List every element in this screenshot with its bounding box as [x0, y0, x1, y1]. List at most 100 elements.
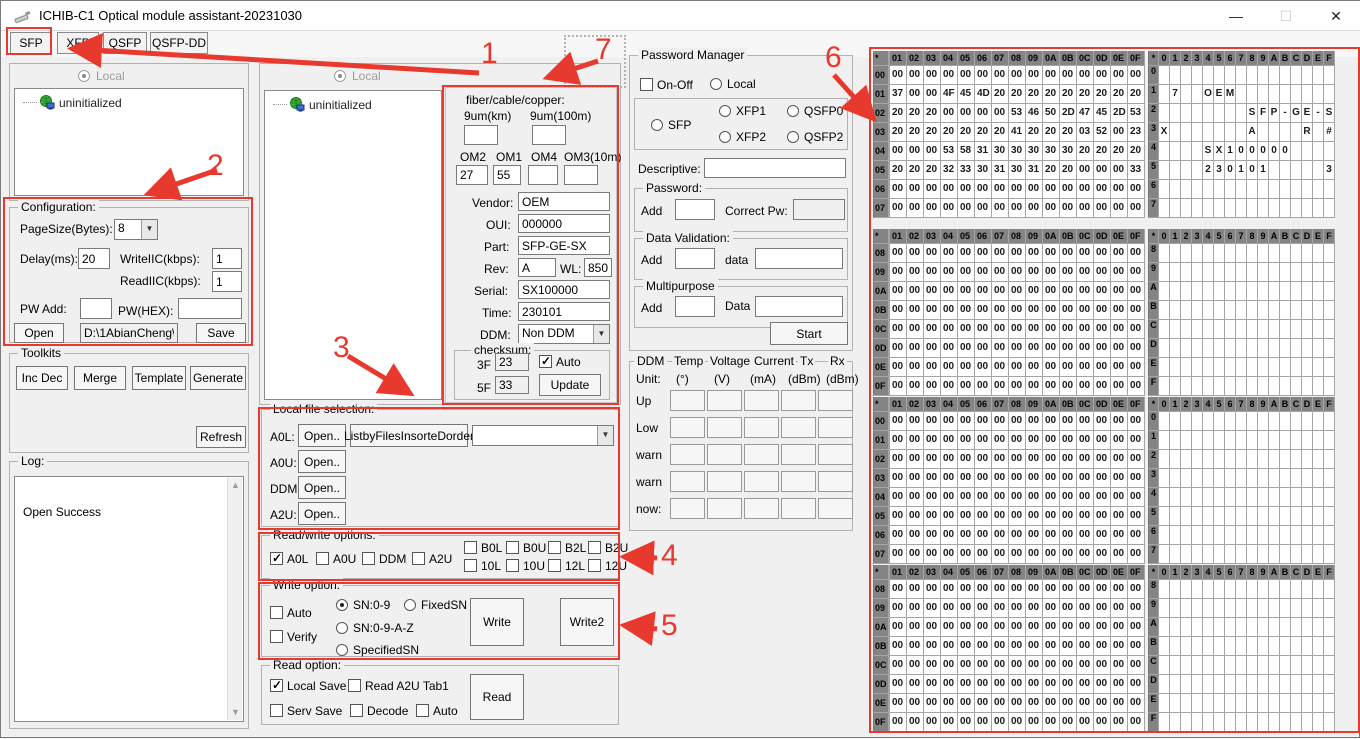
hex-cell[interactable]: 00 — [1077, 199, 1094, 218]
hex-cell[interactable]: 00 — [992, 713, 1009, 732]
hex-cell[interactable]: 00 — [1077, 377, 1094, 396]
hex-cell[interactable]: 00 — [941, 637, 958, 656]
hex-cell[interactable]: 00 — [975, 377, 992, 396]
mp-add-input[interactable] — [675, 296, 715, 317]
hex-cell[interactable]: 47 — [1077, 104, 1094, 123]
hex-cell[interactable]: 00 — [890, 199, 907, 218]
hex-cell[interactable]: 00 — [924, 431, 941, 450]
hex-cell[interactable]: 00 — [941, 599, 958, 618]
hex-cell[interactable]: 00 — [975, 431, 992, 450]
hex-cell[interactable]: 30 — [1043, 142, 1060, 161]
hex-cell[interactable]: 00 — [1043, 263, 1060, 282]
hex-cell[interactable]: 00 — [924, 358, 941, 377]
hex-cell[interactable]: 00 — [975, 180, 992, 199]
specifiedsn-radio[interactable] — [336, 644, 348, 656]
hex-cell[interactable]: 00 — [1060, 339, 1077, 358]
hex-cell[interactable]: 00 — [1077, 637, 1094, 656]
hex-cell[interactable]: 00 — [1026, 618, 1043, 637]
hex-cell[interactable]: 00 — [992, 180, 1009, 199]
hex-cell[interactable]: 00 — [1128, 656, 1145, 675]
checksum-auto-checkbox[interactable] — [539, 355, 552, 368]
hex-cell[interactable]: 00 — [1111, 199, 1128, 218]
hex-cell[interactable]: 2D — [1111, 104, 1128, 123]
hex-cell[interactable]: 00 — [958, 507, 975, 526]
hex-cell[interactable]: 00 — [890, 320, 907, 339]
hex-cell[interactable]: 00 — [907, 244, 924, 263]
hex-cell[interactable]: 00 — [890, 507, 907, 526]
hex-cell[interactable]: 00 — [958, 637, 975, 656]
hex-cell[interactable]: 00 — [941, 244, 958, 263]
pm-qsfp2-radio[interactable] — [787, 131, 799, 143]
hex-cell[interactable]: 00 — [958, 599, 975, 618]
hex-cell[interactable]: 00 — [992, 282, 1009, 301]
fiber1-input[interactable] — [464, 125, 498, 145]
hex-cell[interactable]: 00 — [1060, 618, 1077, 637]
ddm-input[interactable] — [781, 390, 816, 411]
hex-cell[interactable]: 00 — [1060, 66, 1077, 85]
hex-cell[interactable]: 00 — [1060, 199, 1077, 218]
fixedsn-radio[interactable] — [404, 599, 416, 611]
hex-cell[interactable]: 00 — [1128, 180, 1145, 199]
hex-cell[interactable]: 00 — [907, 694, 924, 713]
hex-cell[interactable]: 00 — [1094, 282, 1111, 301]
hex-cell[interactable]: 00 — [924, 85, 941, 104]
hex-cell[interactable]: 00 — [975, 244, 992, 263]
hex-cell[interactable]: 53 — [1009, 104, 1026, 123]
hex-cell[interactable]: 00 — [992, 301, 1009, 320]
hex-cell[interactable]: 00 — [890, 412, 907, 431]
hex-cell[interactable]: 00 — [1043, 526, 1060, 545]
hex-cell[interactable]: 00 — [958, 618, 975, 637]
hex-cell[interactable]: 00 — [1094, 431, 1111, 450]
hex-cell[interactable]: 00 — [958, 545, 975, 564]
middle-local-radio[interactable] — [334, 70, 346, 82]
hex-cell[interactable]: 00 — [1111, 339, 1128, 358]
hex-cell[interactable]: 00 — [907, 263, 924, 282]
tab-qsfp-dd[interactable]: QSFP-DD — [150, 32, 208, 54]
start-button[interactable]: Start — [770, 322, 848, 345]
hex-cell[interactable]: 00 — [1009, 618, 1026, 637]
hex-cell[interactable]: 00 — [958, 180, 975, 199]
hex-cell[interactable]: 00 — [1077, 339, 1094, 358]
hex-cell[interactable]: 00 — [958, 282, 975, 301]
tab-qsfp[interactable]: QSFP — [103, 32, 147, 54]
hex-cell[interactable]: 00 — [1009, 675, 1026, 694]
hex-cell[interactable]: 00 — [907, 580, 924, 599]
a2u-open-button[interactable]: Open.. — [298, 502, 346, 525]
hex-cell[interactable]: 20 — [958, 123, 975, 142]
b0l-checkbox[interactable] — [464, 541, 477, 554]
hex-cell[interactable]: 00 — [1094, 377, 1111, 396]
serv-save-checkbox[interactable] — [270, 704, 283, 717]
hex-cell[interactable]: 00 — [924, 282, 941, 301]
hex-cell[interactable]: 00 — [924, 339, 941, 358]
hex-cell[interactable]: 00 — [1009, 320, 1026, 339]
hex-cell[interactable]: 00 — [924, 180, 941, 199]
hex-cell[interactable]: 00 — [1128, 199, 1145, 218]
decode-checkbox[interactable] — [350, 704, 363, 717]
hex-cell[interactable]: 00 — [992, 339, 1009, 358]
hex-cell[interactable]: 20 — [941, 123, 958, 142]
hex-cell[interactable]: 00 — [1111, 488, 1128, 507]
hex-cell[interactable]: 46 — [1026, 104, 1043, 123]
hex-cell[interactable]: 00 — [890, 431, 907, 450]
hex-cell[interactable]: 00 — [958, 320, 975, 339]
hex-cell[interactable]: 00 — [1094, 580, 1111, 599]
hex-cell[interactable]: 00 — [890, 282, 907, 301]
hex-cell[interactable]: 00 — [975, 66, 992, 85]
hex-cell[interactable]: 00 — [924, 675, 941, 694]
hex-cell[interactable]: 00 — [1128, 282, 1145, 301]
hex-cell[interactable]: 00 — [890, 263, 907, 282]
middle-device-tree[interactable]: uninitialized — [264, 90, 442, 400]
hex-cell[interactable]: 00 — [1009, 599, 1026, 618]
refresh-button[interactable]: Refresh — [196, 426, 246, 448]
hex-cell[interactable]: 00 — [890, 488, 907, 507]
hex-cell[interactable]: 00 — [1043, 656, 1060, 675]
hex-cell[interactable]: 00 — [890, 656, 907, 675]
hex-cell[interactable]: 00 — [941, 358, 958, 377]
hex-cell[interactable]: 00 — [1026, 507, 1043, 526]
hex-cell[interactable]: 00 — [907, 431, 924, 450]
hex-cell[interactable]: 20 — [1111, 85, 1128, 104]
hex-cell[interactable]: 00 — [907, 282, 924, 301]
hex-cell[interactable]: 00 — [1094, 358, 1111, 377]
hex-cell[interactable]: 00 — [1111, 244, 1128, 263]
hex-cell[interactable]: 00 — [1060, 580, 1077, 599]
